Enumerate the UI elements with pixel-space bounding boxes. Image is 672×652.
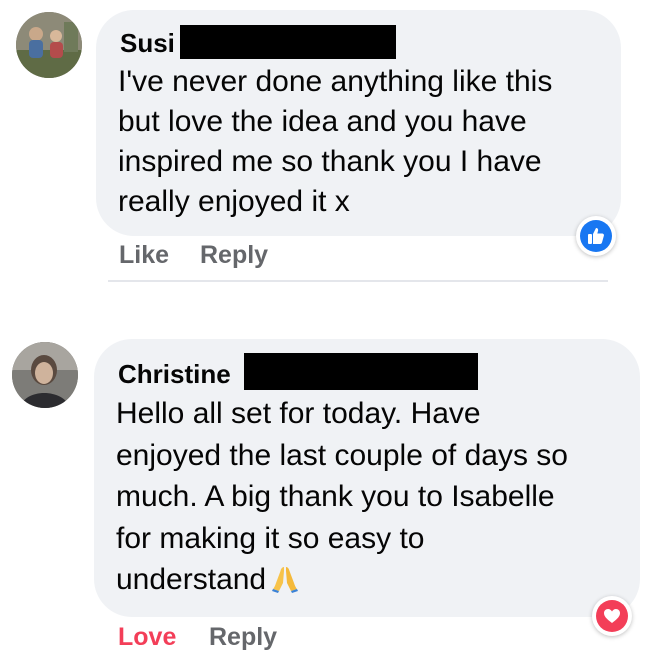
author-name[interactable]: Susi <box>120 28 175 58</box>
author-name[interactable]: Christine <box>118 359 231 389</box>
comment-line: much. A big thank you to Isabelle <box>116 480 555 513</box>
like-button[interactable]: Like <box>119 240 169 270</box>
comment-line: understand <box>116 559 568 605</box>
avatar-photo <box>12 342 78 408</box>
avatar[interactable] <box>12 342 78 408</box>
comment-line: enjoyed the last couple of days so <box>116 438 568 472</box>
comment-line: I've never done anything like this <box>118 65 553 98</box>
comment-line-text: understand <box>116 563 267 596</box>
comment-bubble: Susi I've never done anything like this … <box>96 10 621 236</box>
reply-button[interactable]: Reply <box>200 240 268 270</box>
redacted-surname <box>180 25 396 59</box>
comment-text: Hello all set for today. Have enjoyed th… <box>116 393 568 605</box>
reaction-badge[interactable] <box>592 596 632 636</box>
thumbs-up-icon <box>580 220 612 252</box>
comment-line: for making it so easy to <box>116 521 425 555</box>
love-button[interactable]: Love <box>118 622 176 652</box>
avatar-photo <box>16 12 82 78</box>
comment-line: inspired me so thank you I have <box>118 145 542 178</box>
folded-hands-icon <box>270 563 300 605</box>
comment-line: Hello all set for today. Have <box>116 397 481 430</box>
redacted-surname <box>244 353 478 390</box>
divider <box>108 280 608 282</box>
heart-icon <box>596 600 628 632</box>
avatar[interactable] <box>16 12 82 78</box>
comment-line: really enjoyed it x <box>118 185 350 218</box>
reaction-badge[interactable] <box>576 216 616 256</box>
reply-button[interactable]: Reply <box>209 622 277 652</box>
comment-line: but love the idea and you have <box>118 105 527 138</box>
comment-text: I've never done anything like this but l… <box>118 62 552 222</box>
comment-bubble: Christine Hello all set for today. Have … <box>94 339 640 617</box>
